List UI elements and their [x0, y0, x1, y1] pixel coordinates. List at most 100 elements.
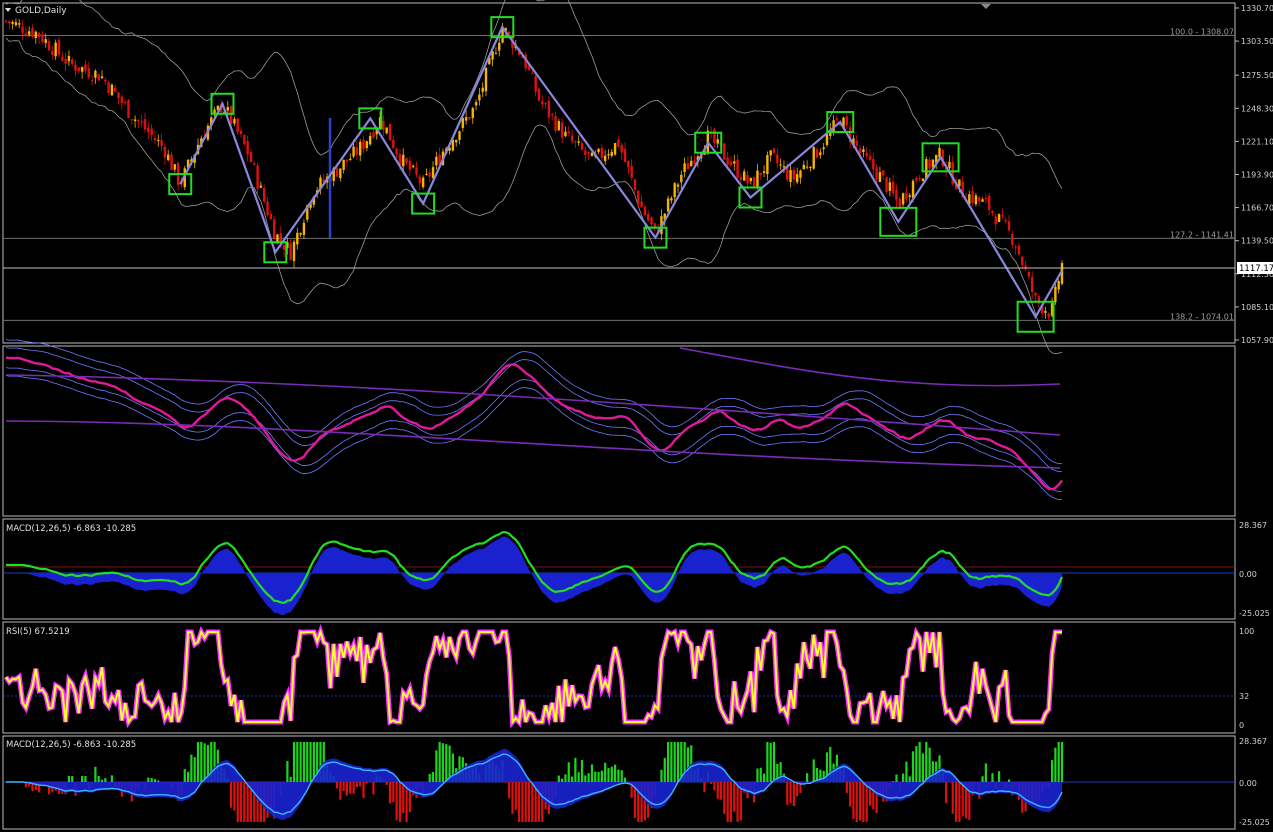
candle-body	[279, 233, 282, 242]
candle-body	[673, 183, 676, 198]
candle-body	[77, 67, 81, 72]
candle-body	[269, 213, 273, 220]
macd2-hist-bar	[150, 778, 153, 782]
macd2-hist-bar	[908, 776, 911, 782]
candle-body	[733, 161, 736, 164]
candle-body	[835, 118, 839, 120]
macd2-hist-bar	[561, 778, 564, 782]
candle-body	[61, 56, 64, 61]
candle-body	[822, 147, 825, 150]
macd2-hist-bar	[514, 782, 517, 810]
macd2-hist-bar	[895, 774, 898, 782]
candle-body	[160, 140, 163, 146]
candle-body	[24, 33, 28, 36]
candle-body	[560, 122, 564, 138]
candle-body	[80, 67, 84, 72]
macd2-hist-bar	[567, 762, 570, 782]
candle-body	[1001, 215, 1004, 217]
candle-body	[554, 116, 557, 131]
macd2-hist-bar	[362, 782, 365, 799]
candle-body	[494, 53, 498, 55]
candle-body	[100, 76, 104, 79]
macd2-hist-bar	[958, 782, 961, 822]
candle-body	[792, 169, 796, 180]
candle-body	[163, 146, 167, 158]
candle-body	[408, 160, 412, 170]
macd2-hist-bar	[359, 782, 362, 787]
candle-body	[226, 106, 229, 111]
macd2-hist-bar	[67, 775, 70, 782]
macd2-hist-bar	[345, 782, 349, 796]
candle-body	[974, 195, 978, 205]
macd2-hist-bar	[858, 782, 862, 821]
candle-body	[845, 116, 849, 126]
price-tick-label: 1275.50	[1241, 71, 1273, 80]
candle-body	[64, 58, 67, 64]
candle-body	[743, 171, 746, 181]
macd2-hist-bar	[594, 771, 597, 782]
candle-body	[67, 55, 71, 62]
candle-body	[978, 196, 981, 202]
candle-body	[415, 167, 418, 175]
macd2-hist-bar	[94, 766, 97, 782]
macd2-hist-bar	[905, 761, 908, 782]
candle-body	[915, 177, 918, 181]
macd2-hist-bar	[365, 782, 368, 784]
candle-body	[157, 139, 160, 141]
candle-body	[8, 21, 11, 24]
macd2-hist-bar	[703, 782, 706, 792]
candle-body	[289, 243, 292, 260]
macd2-hist-bar	[557, 775, 560, 782]
candle-body	[133, 119, 137, 122]
candle-body	[607, 154, 610, 156]
candle-body	[789, 170, 792, 182]
candle-body	[276, 234, 279, 243]
price-tick-label: 1193.90	[1241, 170, 1273, 179]
candle-body	[47, 41, 51, 51]
candle-body	[812, 146, 815, 169]
candle-body	[882, 170, 885, 176]
candle-body	[1034, 293, 1037, 296]
candle-body	[428, 172, 431, 177]
candle-body	[1057, 281, 1060, 290]
candle-body	[531, 72, 534, 74]
candle-body	[739, 176, 743, 181]
trading-chart[interactable]: GOLD,Daily 100.0 - 1308.07 127.2 - 1141.4…	[0, 0, 1273, 832]
macd2-hist-bar	[395, 782, 398, 821]
candle-body	[971, 191, 974, 203]
candle-body	[905, 192, 908, 200]
candle-body	[249, 151, 253, 162]
candle-body	[693, 160, 696, 165]
macd2-hist-bar	[243, 782, 246, 822]
candle-body	[1011, 233, 1014, 245]
macd2-hist-bar	[769, 742, 772, 782]
macd2-hist-bar	[577, 772, 580, 782]
candle-body	[815, 149, 819, 158]
candle-body	[21, 26, 24, 33]
candle-body	[617, 139, 620, 147]
candle-body	[27, 31, 31, 35]
candle-body	[713, 129, 716, 144]
macd2-hist-bar	[762, 773, 766, 782]
macd2-hist-bar	[759, 767, 762, 782]
candle-body	[729, 161, 733, 166]
macd2-hist-bar	[104, 778, 107, 782]
candle-body	[94, 70, 97, 78]
candle-body	[557, 120, 561, 131]
candle-body	[266, 201, 269, 216]
candle-body	[107, 82, 110, 93]
candle-body	[418, 176, 421, 184]
macd2-hist-bar	[726, 782, 729, 822]
candle-body	[349, 158, 352, 161]
candle-body	[647, 214, 650, 221]
macd2-hist-bar	[623, 777, 627, 782]
candle-body	[259, 185, 263, 188]
macd2-tick-bottom: -25.025	[1239, 818, 1270, 827]
candle-body	[610, 151, 613, 156]
candle-body	[498, 42, 501, 51]
macd2-hist-bar	[845, 782, 848, 793]
macd2-hist-bar	[196, 742, 200, 782]
macd2-hist-bar	[302, 742, 306, 782]
candle-body	[74, 64, 77, 71]
macd2-hist-bar	[296, 742, 299, 782]
